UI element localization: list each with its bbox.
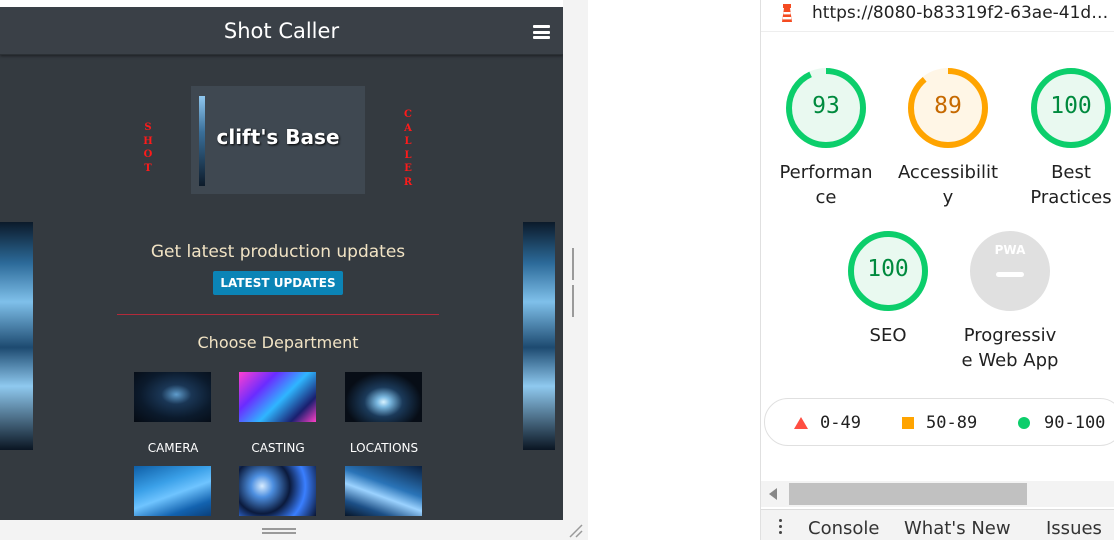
department-tile[interactable] [239, 466, 316, 516]
score-label: Performan ce [779, 162, 873, 208]
pwa-icon [970, 231, 1050, 311]
department-tile[interactable] [134, 466, 211, 516]
app-title: Shot Caller [223, 19, 340, 43]
score-gauge[interactable]: 100 [846, 229, 930, 313]
devtools-drawer: Console What's New Issues [761, 509, 1114, 540]
score-value: 93 [812, 93, 840, 119]
side-text-shot: SHOT [143, 122, 153, 174]
score-value: 100 [867, 256, 909, 282]
fail-triangle-icon [794, 417, 808, 429]
section-divider [117, 314, 439, 315]
score-label: Progressiv e Web App [961, 325, 1059, 371]
department-label-camera[interactable]: CAMERA [128, 441, 218, 455]
app-header: Shot Caller [0, 7, 563, 55]
url-separator [761, 31, 1114, 32]
height-resize-handle[interactable] [262, 528, 296, 534]
score-gauge[interactable]: 89 [906, 66, 990, 150]
department-label-locations[interactable]: LOCATIONS [339, 441, 429, 455]
score-value: 100 [1050, 93, 1092, 119]
department-title: Choose Department [197, 333, 359, 352]
tab-whats-new[interactable]: What's New [904, 518, 1011, 539]
score-gauge[interactable]: 100 [1029, 66, 1113, 150]
department-tile-camera[interactable] [134, 372, 211, 422]
report-url-bar: https://8080-b83319f2-63ae-41d… [761, 0, 1114, 30]
report-url: https://8080-b83319f2-63ae-41d… [812, 3, 1109, 23]
legend-fail-range: 0-49 [820, 413, 861, 433]
updates-text: Get latest production updates [150, 242, 406, 262]
scrollbar-thumb[interactable] [789, 483, 1027, 505]
average-square-icon [902, 417, 914, 429]
department-tile-casting[interactable] [239, 372, 316, 422]
horizontal-scrollbar[interactable] [761, 481, 1114, 507]
score-value: 89 [934, 93, 962, 119]
score-legend: 0-49 50-89 90-100 [764, 398, 1114, 446]
score-label: Best Practices [1030, 162, 1112, 208]
score-value: PWA [994, 243, 1026, 257]
department-tile[interactable] [345, 466, 422, 516]
side-text-caller: CALLER [403, 109, 413, 188]
corner-resize-grip-icon[interactable] [567, 522, 583, 538]
score-gauge[interactable]: PWA [968, 229, 1052, 313]
hamburger-menu-icon[interactable] [533, 25, 550, 39]
latest-updates-button[interactable]: LATEST UPDATES [213, 271, 343, 295]
score-gauge[interactable]: 93 [784, 66, 868, 150]
tab-console[interactable]: Console [808, 518, 879, 539]
department-label-casting[interactable]: CASTING [233, 441, 323, 455]
base-title: clift's Base [216, 125, 340, 149]
mobile-viewport: Shot Caller SHOT CALLER clift's Base Get… [0, 7, 563, 520]
lighthouse-icon [782, 4, 792, 22]
base-card: clift's Base [191, 86, 365, 194]
legend-average-range: 50-89 [926, 413, 978, 433]
pass-circle-icon [1018, 417, 1030, 429]
department-tile-locations[interactable] [345, 372, 422, 422]
lighthouse-panel: https://8080-b83319f2-63ae-41d… 93 Perfor… [760, 0, 1114, 540]
width-resize-handle[interactable] [572, 248, 578, 317]
scroll-left-arrow-icon[interactable] [769, 488, 777, 500]
score-label: SEO [869, 325, 907, 346]
tab-issues[interactable]: Issues [1046, 518, 1102, 539]
drawer-menu-icon[interactable] [779, 519, 783, 535]
legend-pass-range: 90-100 [1044, 413, 1106, 433]
score-label: Accessibilit y [897, 162, 999, 208]
